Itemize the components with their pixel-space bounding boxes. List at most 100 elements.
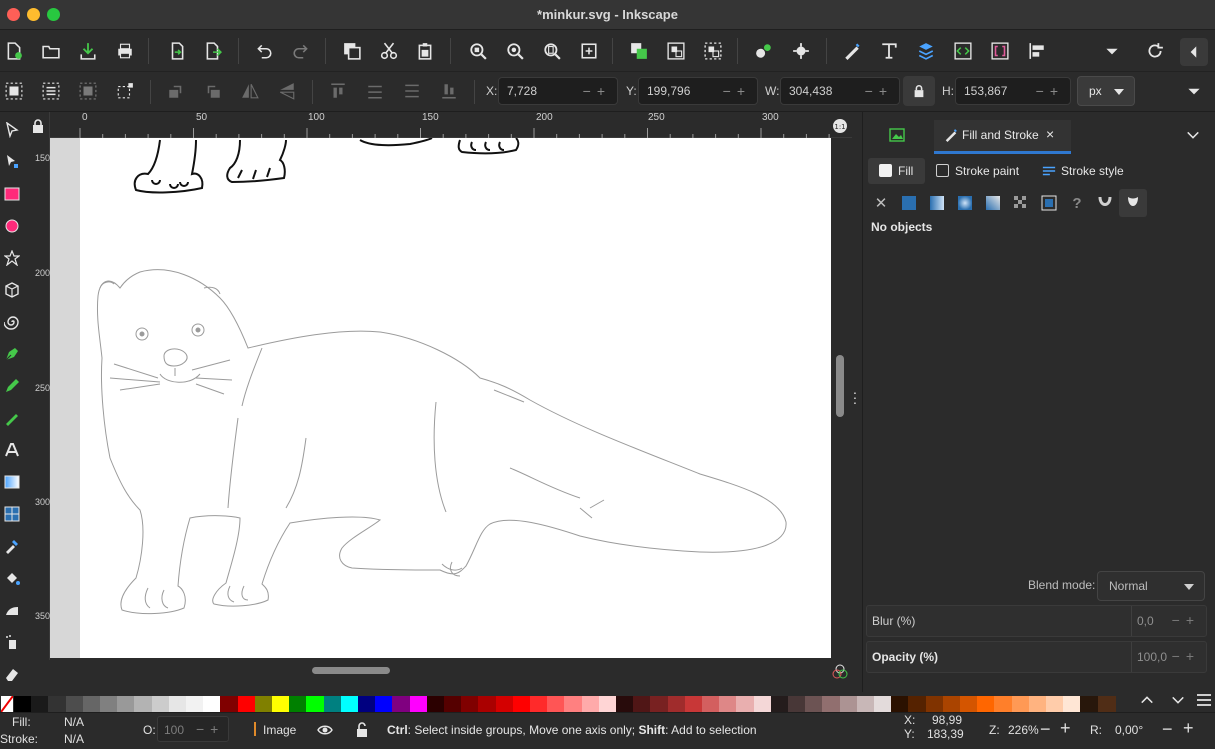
palette-swatch[interactable] bbox=[65, 696, 84, 712]
spiral-tool-icon[interactable] bbox=[2, 312, 22, 332]
pencil-tool-icon[interactable] bbox=[2, 376, 22, 396]
palette-swatch[interactable] bbox=[117, 696, 136, 712]
width-spinbox[interactable]: 304,438 −+ bbox=[780, 77, 900, 105]
radial-gradient-icon[interactable] bbox=[954, 192, 976, 214]
palette-swatch[interactable] bbox=[598, 696, 617, 712]
palette-swatch[interactable] bbox=[392, 696, 411, 712]
lock-ratio-button[interactable] bbox=[903, 76, 935, 106]
new-document-icon[interactable] bbox=[3, 40, 25, 62]
x-spinbox[interactable]: 7,728 −+ bbox=[498, 77, 618, 105]
palette-swatch[interactable] bbox=[1028, 696, 1047, 712]
unset-paint-icon[interactable]: ? bbox=[1066, 192, 1088, 214]
color-management-icon[interactable] bbox=[832, 664, 848, 680]
rotation-value[interactable]: 0,00° bbox=[1115, 723, 1143, 737]
export-icon[interactable] bbox=[202, 40, 224, 62]
image-properties-tab-icon[interactable] bbox=[889, 128, 905, 142]
palette-swatch[interactable] bbox=[203, 696, 222, 712]
deselect-icon[interactable] bbox=[77, 80, 99, 102]
unit-select[interactable]: px bbox=[1077, 76, 1135, 106]
palette-swatch[interactable] bbox=[891, 696, 910, 712]
palette-swatch[interactable] bbox=[358, 696, 376, 712]
fill-indicator-value[interactable]: N/A bbox=[64, 715, 84, 729]
flat-color-icon[interactable] bbox=[898, 192, 920, 214]
palette-swatch[interactable] bbox=[925, 696, 944, 712]
palette-swatch[interactable] bbox=[1080, 696, 1099, 712]
blur-slider[interactable]: Blur (%) 0,0 −+ bbox=[866, 605, 1207, 637]
spray-tool-icon[interactable] bbox=[2, 632, 22, 652]
no-color-swatch[interactable] bbox=[1, 696, 13, 712]
ungroup-icon[interactable] bbox=[702, 40, 724, 62]
palette-swatch[interactable] bbox=[788, 696, 806, 712]
palette-swatch[interactable] bbox=[100, 696, 118, 712]
palette-scroll-up-icon[interactable] bbox=[1140, 694, 1154, 706]
lower-to-bottom-icon[interactable] bbox=[438, 80, 460, 102]
palette-swatch[interactable] bbox=[272, 696, 290, 712]
align-distribute-icon[interactable] bbox=[1026, 40, 1048, 62]
palette-swatch[interactable] bbox=[994, 696, 1013, 712]
palette-swatch[interactable] bbox=[495, 696, 514, 712]
ruler-lock-icon[interactable] bbox=[30, 118, 46, 134]
palette-swatch[interactable] bbox=[444, 696, 462, 712]
palette-swatch[interactable] bbox=[478, 696, 497, 712]
opacity-slider[interactable]: Opacity (%) 100,0 −+ bbox=[866, 641, 1207, 673]
drawing-page[interactable] bbox=[80, 138, 831, 658]
mink-drawing[interactable] bbox=[80, 138, 831, 658]
palette-swatch[interactable] bbox=[375, 696, 394, 712]
palette-swatch[interactable] bbox=[340, 696, 359, 712]
rotate-cw-icon[interactable] bbox=[202, 80, 224, 102]
palette-swatch[interactable] bbox=[306, 696, 325, 712]
palette-swatch[interactable] bbox=[1063, 696, 1082, 712]
palette-swatch[interactable] bbox=[616, 696, 634, 712]
selector-tool-icon[interactable] bbox=[2, 120, 22, 140]
group-icon[interactable] bbox=[665, 40, 687, 62]
palette-swatch[interactable] bbox=[908, 696, 927, 712]
zoom-selection-icon[interactable] bbox=[467, 40, 489, 62]
palette-swatch[interactable] bbox=[1097, 696, 1116, 712]
opacity-status-spinbox[interactable]: 100 −+ bbox=[157, 716, 229, 742]
mesh-tool-icon[interactable] bbox=[2, 504, 22, 524]
zoom-in-button[interactable]: + bbox=[1060, 718, 1071, 739]
object-properties-icon[interactable] bbox=[790, 40, 812, 62]
eye-icon[interactable] bbox=[317, 723, 333, 737]
horizontal-scrollbar[interactable] bbox=[312, 667, 390, 674]
palette-swatch[interactable] bbox=[805, 696, 824, 712]
palette-swatch[interactable] bbox=[719, 696, 738, 712]
stroke-indicator-value[interactable]: N/A bbox=[64, 732, 84, 746]
pen-tool-icon[interactable] bbox=[2, 344, 22, 364]
palette-swatch[interactable] bbox=[839, 696, 858, 712]
collapse-panel-icon[interactable] bbox=[1180, 38, 1208, 66]
rotate-ccw-icon[interactable] bbox=[165, 80, 187, 102]
palette-swatch[interactable] bbox=[254, 696, 273, 712]
text-font-icon[interactable] bbox=[878, 40, 900, 62]
palette-swatch[interactable] bbox=[14, 696, 32, 712]
ellipse-tool-icon[interactable] bbox=[2, 216, 22, 236]
palette-swatch[interactable] bbox=[409, 696, 428, 712]
palette-swatch[interactable] bbox=[220, 696, 239, 712]
fill-rule-nonzero-icon[interactable] bbox=[1119, 189, 1147, 217]
palette-swatch[interactable] bbox=[702, 696, 720, 712]
palette-swatch[interactable] bbox=[581, 696, 600, 712]
gradient-tool-icon[interactable] bbox=[2, 472, 22, 492]
tab-fill-and-stroke[interactable]: Fill and Stroke × bbox=[934, 120, 1071, 154]
palette-swatch[interactable] bbox=[186, 696, 204, 712]
palette-swatch[interactable] bbox=[426, 696, 445, 712]
palette-swatch[interactable] bbox=[822, 696, 841, 712]
lower-icon[interactable] bbox=[401, 80, 423, 102]
palette-swatch[interactable] bbox=[168, 696, 187, 712]
toolbar-overflow-icon[interactable] bbox=[1183, 80, 1205, 102]
unlock-icon[interactable] bbox=[355, 722, 369, 738]
stroke-paint-subtab[interactable]: Stroke paint bbox=[955, 164, 1019, 178]
close-tab-icon[interactable]: × bbox=[1046, 126, 1054, 142]
rectangle-tool-icon[interactable] bbox=[2, 184, 22, 204]
palette-swatch[interactable] bbox=[512, 696, 531, 712]
palette-swatch[interactable] bbox=[856, 696, 875, 712]
select-all-layers-icon[interactable] bbox=[40, 80, 62, 102]
height-spinbox[interactable]: 153,867 −+ bbox=[955, 77, 1071, 105]
swatch-icon[interactable] bbox=[1038, 192, 1060, 214]
zoom-out-button[interactable]: − bbox=[1040, 719, 1051, 740]
dropper-tool-icon[interactable] bbox=[2, 536, 22, 556]
mesh-gradient-icon[interactable] bbox=[982, 192, 1004, 214]
vertical-scrollbar[interactable] bbox=[836, 355, 844, 417]
refresh-icon[interactable] bbox=[1144, 40, 1166, 62]
node-tool-icon[interactable] bbox=[2, 152, 22, 172]
